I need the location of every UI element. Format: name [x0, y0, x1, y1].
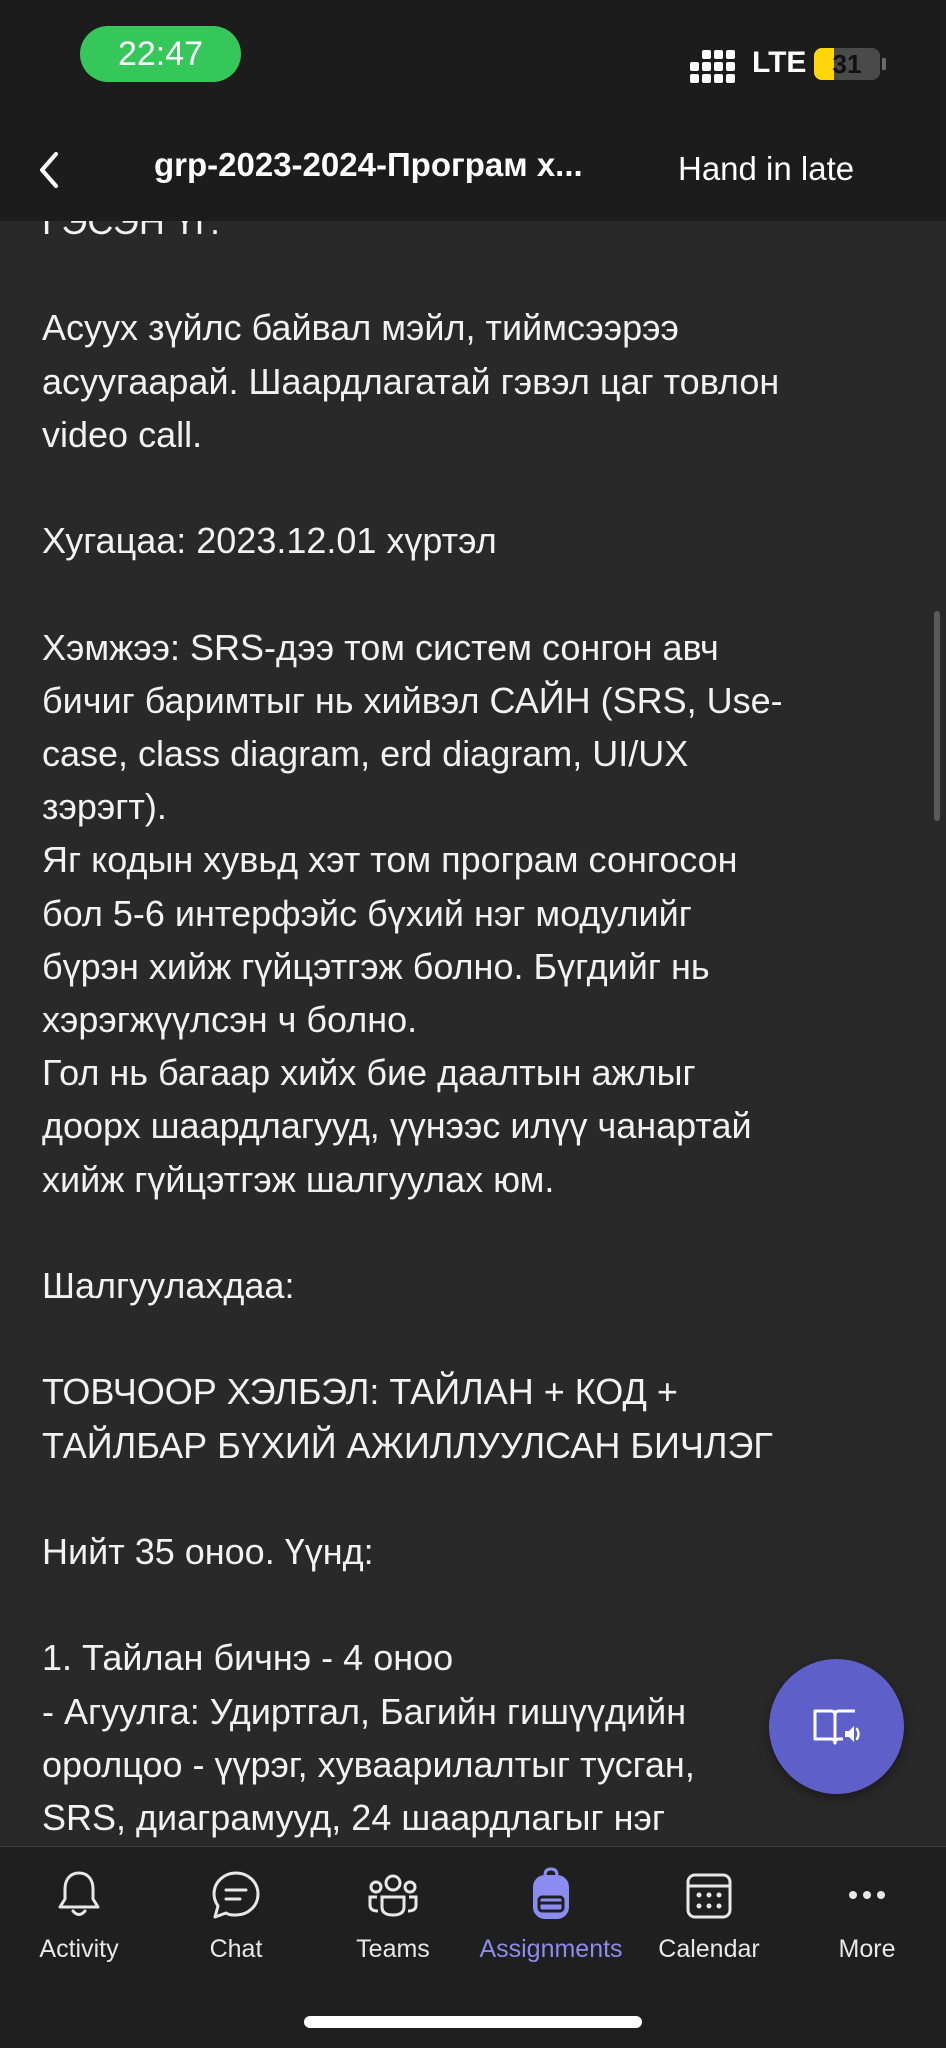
battery-tip	[882, 58, 886, 70]
tab-calendar[interactable]: Calendar	[630, 1865, 788, 1964]
tab-label: Calendar	[658, 1935, 760, 1963]
page-title: grp-2023-2024-Програм х...	[154, 146, 583, 183]
grading-heading: Шалгуулахдаа:	[42, 1265, 295, 1306]
bell-icon	[58, 1871, 100, 1916]
battery-icon: 31	[814, 48, 880, 80]
calendar-icon	[686, 1873, 732, 1919]
more-icon	[849, 1891, 885, 1899]
partial-text: ГЭСЭН ҮГ.	[42, 221, 220, 242]
status-time: 22:47	[80, 26, 241, 82]
contact-paragraph: Асуух зүйлс байвал мэйл, тиймсээрээ асуу…	[42, 307, 780, 455]
summary-paragraph: ТОВЧООР ХЭЛБЭЛ: ТАЙЛАН + КОД + ТАЙЛБАР Б…	[42, 1371, 773, 1466]
assignment-instructions[interactable]: ГЭСЭН ҮГ. Асуух зүйлс байвал мэйл, тиймс…	[0, 221, 946, 1846]
tab-label: Activity	[39, 1935, 119, 1963]
tab-more[interactable]: More	[788, 1865, 946, 1964]
network-type: LTE	[752, 46, 807, 79]
deadline-paragraph: Хугацаа: 2023.12.01 хүртэл	[42, 520, 497, 562]
immersive-reader-button[interactable]	[769, 1659, 904, 1794]
home-indicator[interactable]	[304, 2016, 642, 2028]
tab-assignments[interactable]: Assignments	[472, 1865, 630, 1964]
scrollbar[interactable]	[934, 611, 940, 821]
tab-label: Teams	[356, 1935, 430, 1963]
tab-teams[interactable]: Teams	[314, 1865, 472, 1964]
status-bar: 22:47 LTE 31	[0, 0, 946, 118]
tab-label: Assignments	[479, 1935, 623, 1963]
tab-activity[interactable]: Activity	[0, 1865, 158, 1964]
immersive-reader-icon	[813, 1709, 860, 1745]
nav-bar: grp-2023-2024-Програм х... Hand in late	[0, 118, 946, 221]
teams-icon	[368, 1874, 418, 1917]
hand-in-late-button[interactable]: Hand in late	[678, 150, 854, 188]
total-points-paragraph: Нийт 35 оноо. Үүнд:	[42, 1530, 374, 1572]
back-button[interactable]	[28, 140, 88, 200]
battery-percent: 31	[832, 49, 862, 79]
tab-label: Chat	[209, 1935, 263, 1963]
scope-paragraph: Хэмжээ: SRS-дээ том систем сонгон авч би…	[42, 626, 783, 1200]
cellular-signal-icon	[690, 48, 738, 83]
chat-icon	[212, 1871, 260, 1919]
tab-chat[interactable]: Chat	[157, 1865, 315, 1964]
tab-label: More	[838, 1935, 896, 1963]
backpack-icon	[533, 1867, 569, 1919]
chevron-left-icon	[40, 152, 58, 188]
